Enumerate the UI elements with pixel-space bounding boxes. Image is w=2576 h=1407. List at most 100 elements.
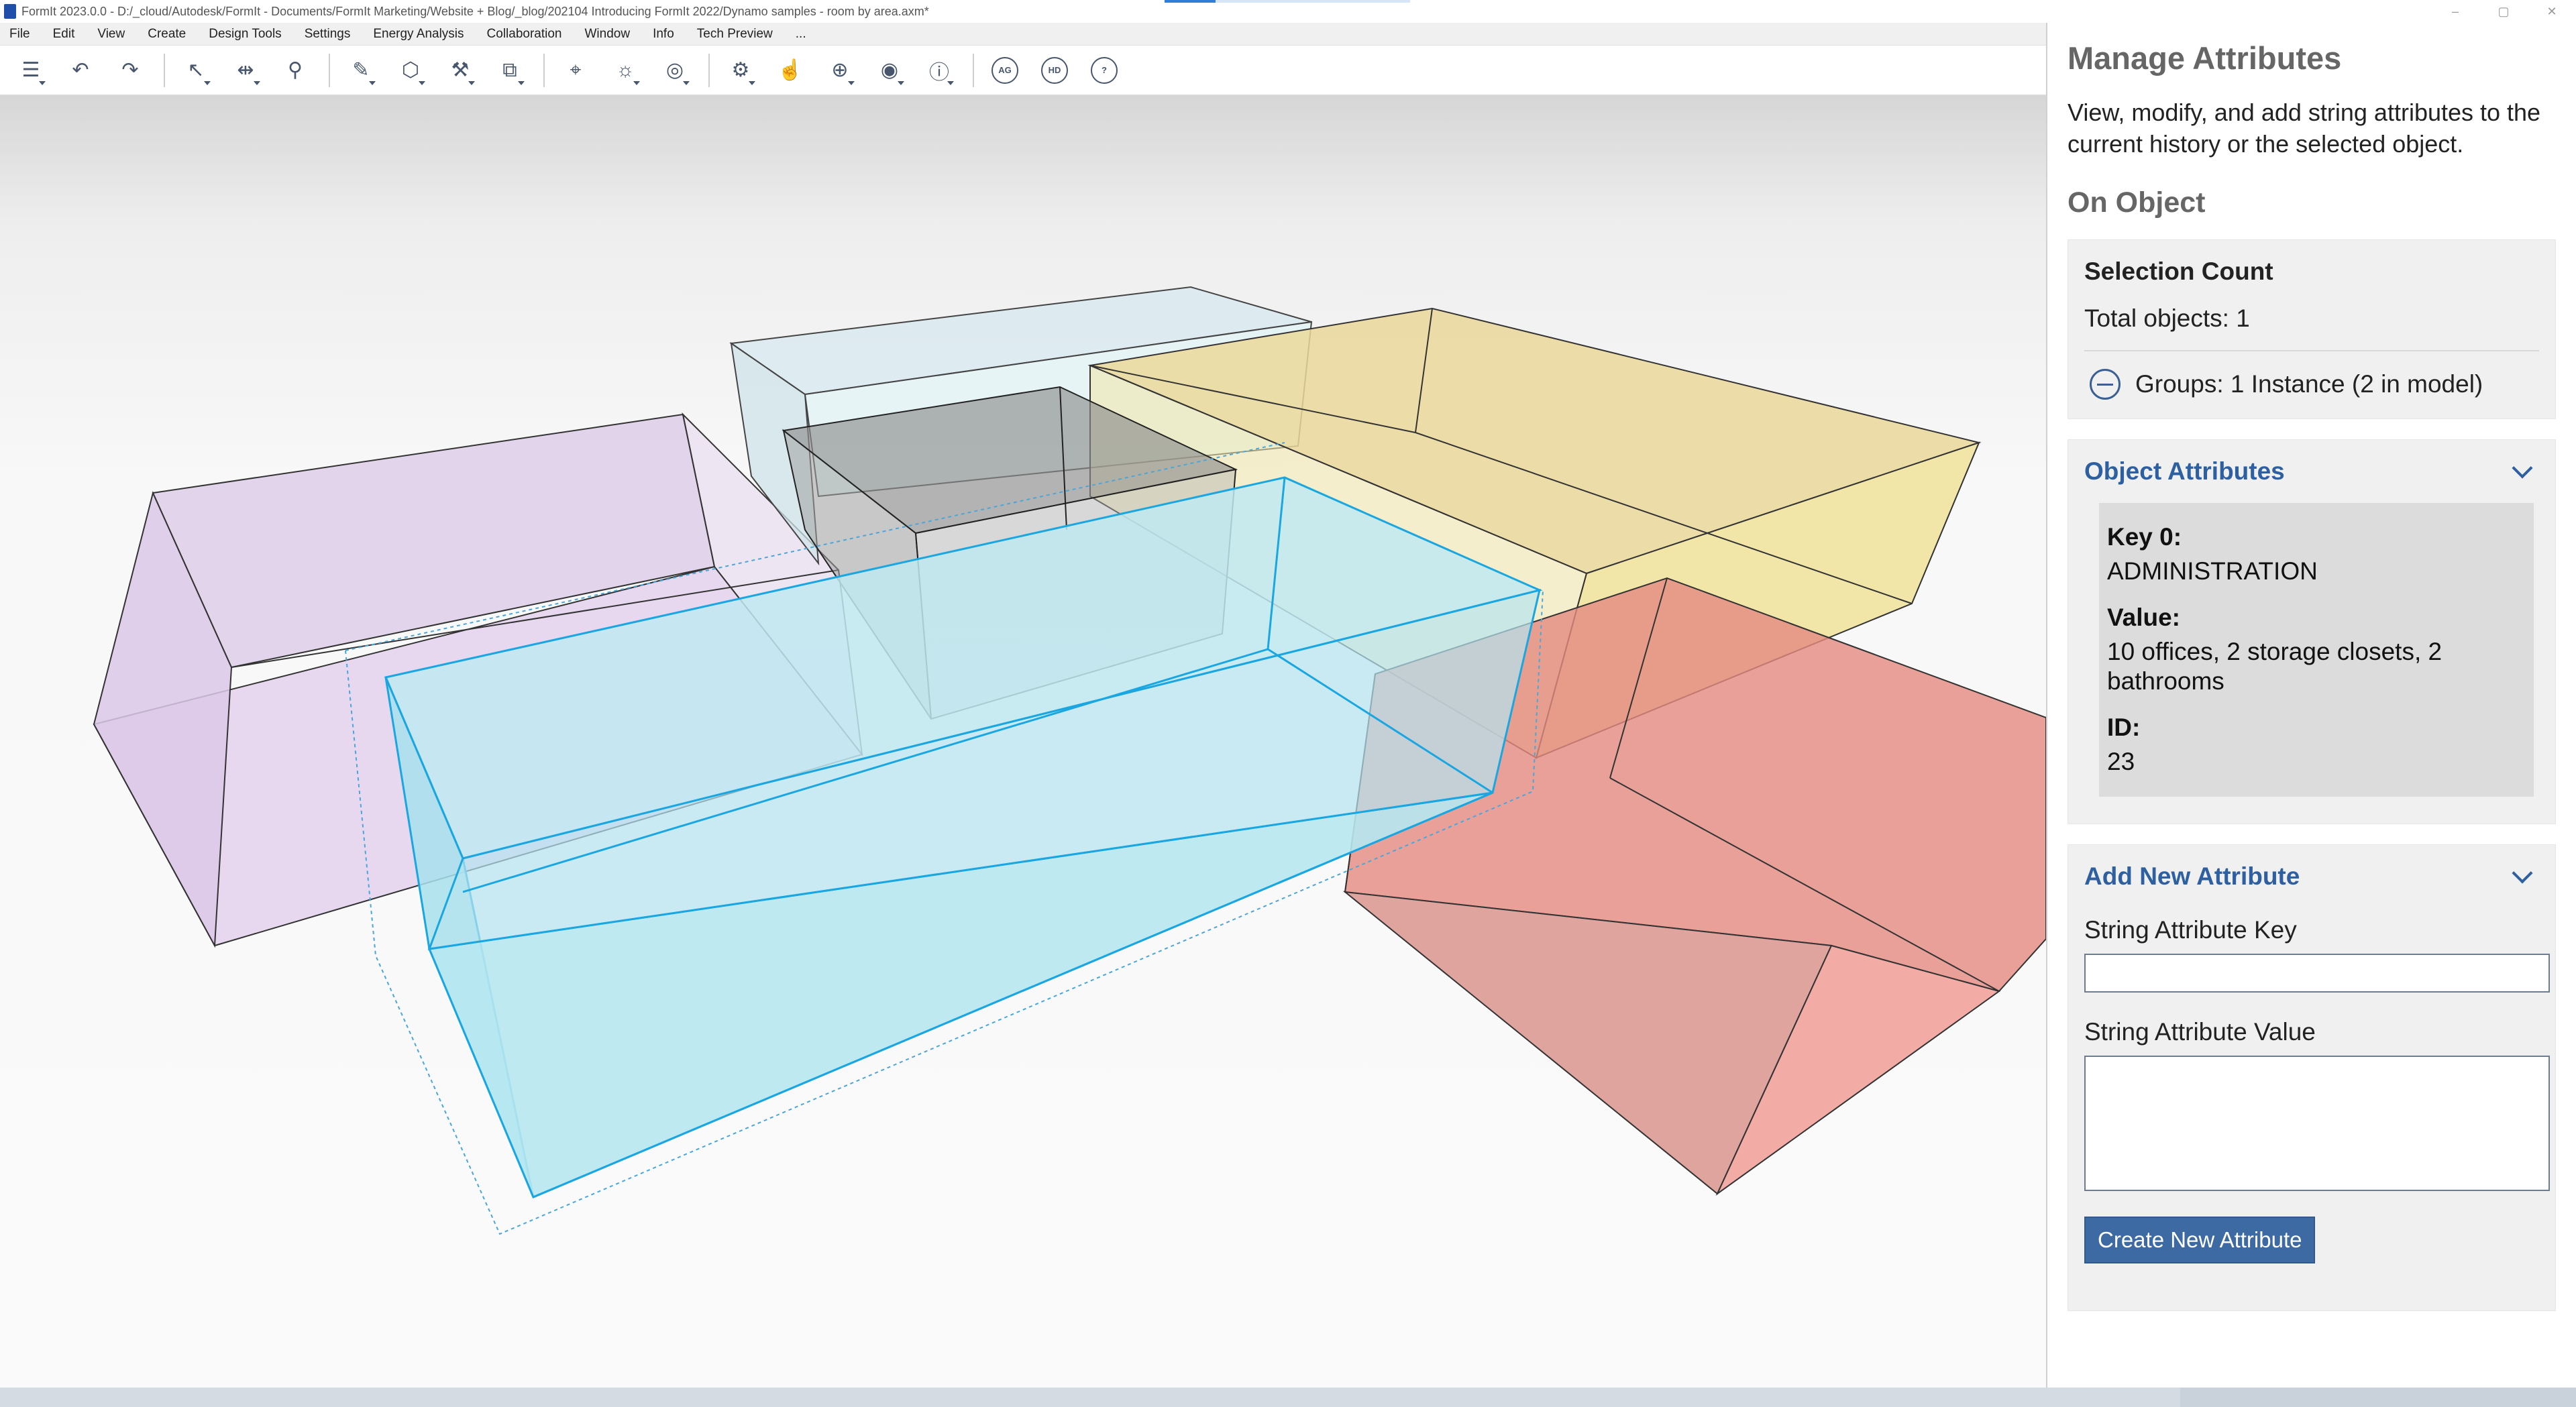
draw-tool-button[interactable]: ✎ <box>342 52 380 89</box>
menu-settings[interactable]: Settings <box>305 27 351 42</box>
selection-count-card: Selection Count Total objects: 1 Groups:… <box>2068 239 2556 419</box>
attribute-id-label: ID: <box>2107 714 2141 741</box>
menu-design-tools[interactable]: Design Tools <box>209 27 281 42</box>
menu-file[interactable]: File <box>9 27 30 42</box>
edit-geometry-icon: ⚒ <box>451 59 470 81</box>
attribute-value-text: 10 offices, 2 storage closets, 2 bathroo… <box>2107 638 2443 695</box>
attribute-value-label: Value: <box>2107 604 2180 631</box>
object-attributes-heading[interactable]: Object Attributes <box>2084 457 2285 486</box>
redo-icon: ↷ <box>121 59 139 81</box>
undo-tool-button[interactable]: ↶ <box>62 52 99 89</box>
attribute-id-value: 23 <box>2107 748 2135 775</box>
3d-viewport[interactable] <box>0 95 2046 1388</box>
paint-tool-button[interactable]: ⚲ <box>276 52 314 89</box>
deselect-minus-icon[interactable] <box>2090 369 2121 400</box>
title-progress-indicator <box>1165 0 1216 3</box>
scene-canvas[interactable] <box>0 95 2046 1388</box>
solid-tool-button[interactable]: ⬡ <box>392 52 429 89</box>
status-bar-segment <box>2180 1388 2576 1407</box>
groups-count-text: Groups: 1 Instance (2 in model) <box>2135 370 2483 398</box>
menu-energy-analysis[interactable]: Energy Analysis <box>373 27 464 42</box>
group-icon: ⧉ <box>502 58 517 81</box>
add-new-attribute-header[interactable]: Add New Attribute <box>2084 845 2539 891</box>
menu-tech-preview[interactable]: Tech Preview <box>697 27 773 42</box>
attribute-key-label: Key 0: <box>2107 523 2182 551</box>
location-tool-button[interactable]: ⌖ <box>557 52 594 89</box>
string-key-label: String Attribute Key <box>2084 916 2297 944</box>
create-new-attribute-button[interactable]: Create New Attribute <box>2084 1217 2316 1263</box>
title-bar: FormIt 2023.0.0 - D:/_cloud/Autodesk/For… <box>0 0 2576 23</box>
toolbar-separator <box>543 53 545 87</box>
status-bar <box>0 1388 2576 1407</box>
collaborate-tool-button[interactable]: ⊕ <box>821 52 859 89</box>
dropdown-arrow-icon[interactable] <box>419 80 425 85</box>
sun-icon: ☼ <box>616 58 635 81</box>
menu-info[interactable]: Info <box>653 27 674 42</box>
layers-tool-button[interactable]: ☰ <box>12 52 50 89</box>
dropdown-arrow-icon[interactable] <box>749 80 755 85</box>
paint-icon: ⚲ <box>288 59 303 81</box>
toolbar-separator <box>164 53 165 87</box>
edit-geometry-tool-button[interactable]: ⚒ <box>441 52 479 89</box>
menu-bar: File Edit View Create Design Tools Setti… <box>0 23 2046 46</box>
collaborate-icon: ⊕ <box>831 59 849 81</box>
user-tool-button[interactable]: ◉ <box>871 52 908 89</box>
toolbar-separator <box>973 53 974 87</box>
menu-edit[interactable]: Edit <box>53 27 75 42</box>
total-objects-text: Total objects: 1 <box>2084 304 2250 332</box>
menu-more[interactable]: ... <box>796 27 806 42</box>
solid-icon: ⬡ <box>401 59 420 81</box>
dropdown-arrow-icon[interactable] <box>633 80 640 85</box>
dropdown-arrow-icon[interactable] <box>518 80 525 85</box>
touch-icon: ☝ <box>777 59 803 81</box>
panel-description: View, modify, and add string attributes … <box>2068 99 2541 158</box>
maximize-button[interactable]: ▢ <box>2479 0 2528 23</box>
manage-attributes-panel: Manage Attributes View, modify, and add … <box>2046 23 2576 1388</box>
chevron-down-icon[interactable] <box>2512 862 2533 884</box>
info-tool-button[interactable]: ⓘ <box>920 52 958 89</box>
badge-button-1[interactable]: HD <box>1036 52 1073 89</box>
dropdown-arrow-icon[interactable] <box>468 80 475 85</box>
select-icon: ↖ <box>187 59 205 81</box>
minimize-button[interactable]: – <box>2431 0 2479 23</box>
group-tool-button[interactable]: ⧉ <box>491 52 529 89</box>
location-icon: ⌖ <box>570 58 582 81</box>
select-tool-button[interactable]: ↖ <box>177 52 215 89</box>
string-value-textarea[interactable] <box>2084 1056 2550 1191</box>
groups-row[interactable]: Groups: 1 Instance (2 in model) <box>2084 351 2539 418</box>
close-button[interactable]: ✕ <box>2528 0 2576 23</box>
formit-logo-icon <box>4 4 16 19</box>
dropdown-arrow-icon[interactable] <box>947 80 954 85</box>
energy-tool-button[interactable]: ◎ <box>656 52 694 89</box>
settings-tool-button[interactable]: ⚙ <box>722 52 759 89</box>
chevron-down-icon[interactable] <box>2512 457 2533 479</box>
dropdown-arrow-icon[interactable] <box>39 80 46 85</box>
dropdown-arrow-icon[interactable] <box>683 80 690 85</box>
measure-tool-button[interactable]: ⇹ <box>227 52 264 89</box>
add-new-attribute-card: Add New Attribute String Attribute Key S… <box>2068 844 2556 1311</box>
badge-button-0[interactable]: AG <box>986 52 1024 89</box>
settings-icon: ⚙ <box>731 59 750 81</box>
draw-icon: ✎ <box>352 59 370 81</box>
menu-create[interactable]: Create <box>148 27 186 42</box>
toolbar-separator <box>329 53 330 87</box>
redo-tool-button[interactable]: ↷ <box>111 52 149 89</box>
string-key-input[interactable] <box>2084 954 2550 993</box>
window-controls: – ▢ ✕ <box>2431 0 2576 23</box>
touch-tool-button[interactable]: ☝ <box>771 52 809 89</box>
dropdown-arrow-icon[interactable] <box>369 80 376 85</box>
sun-tool-button[interactable]: ☼ <box>606 52 644 89</box>
menu-view[interactable]: View <box>97 27 125 42</box>
attribute-entry[interactable]: Key 0: ADMINISTRATION Value: 10 offices,… <box>2099 503 2534 797</box>
menu-window[interactable]: Window <box>585 27 631 42</box>
menu-collaboration[interactable]: Collaboration <box>487 27 562 42</box>
add-new-attribute-heading[interactable]: Add New Attribute <box>2084 862 2300 891</box>
badge-2-icon: ? <box>1091 56 1118 84</box>
dropdown-arrow-icon[interactable] <box>254 80 260 85</box>
object-attributes-header[interactable]: Object Attributes <box>2084 440 2539 486</box>
dropdown-arrow-icon[interactable] <box>898 80 904 85</box>
badge-button-2[interactable]: ? <box>1085 52 1123 89</box>
toolbar-separator <box>708 53 710 87</box>
dropdown-arrow-icon[interactable] <box>204 80 211 85</box>
dropdown-arrow-icon[interactable] <box>848 80 855 85</box>
